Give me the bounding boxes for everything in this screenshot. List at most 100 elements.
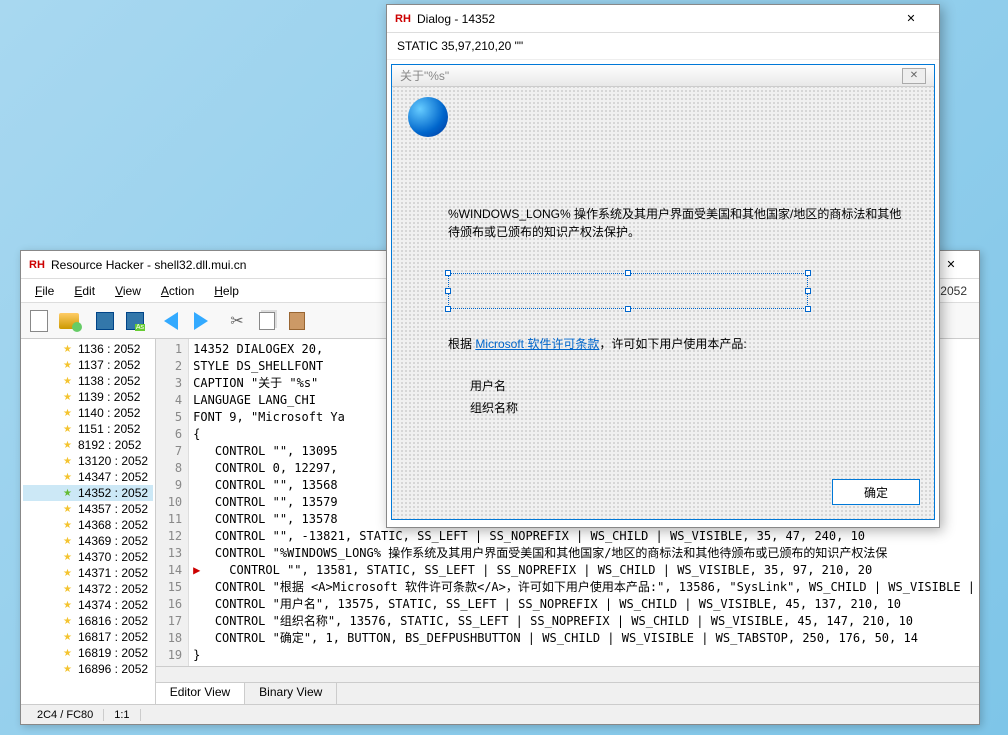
resource-tree[interactable]: ★1136 : 2052★1137 : 2052★1138 : 2052★113… [21, 339, 156, 704]
tree-item-label: 14371 : 2052 [78, 566, 148, 580]
open-button[interactable] [55, 307, 83, 335]
star-icon: ★ [63, 472, 72, 483]
tree-item-label: 14357 : 2052 [78, 502, 148, 516]
star-icon: ★ [63, 648, 72, 659]
dialog-titlebar[interactable]: RH Dialog - 14352 ✕ [387, 5, 939, 33]
tab-binary-view[interactable]: Binary View [245, 683, 337, 704]
code-line[interactable]: } [193, 647, 975, 664]
gutter-line-number: 2 [168, 358, 182, 375]
resize-handle[interactable] [445, 270, 451, 276]
tree-item[interactable]: ★13120 : 2052 [23, 453, 153, 469]
code-line[interactable]: CONTROL "", -13821, STATIC, SS_LEFT | SS… [193, 528, 975, 545]
tree-item[interactable]: ★14352 : 2052 [23, 485, 153, 501]
save-button[interactable] [91, 307, 119, 335]
tree-item-label: 16816 : 2052 [78, 614, 148, 628]
horizontal-scrollbar[interactable] [156, 666, 979, 682]
gutter-line-number: 10 [168, 494, 182, 511]
star-icon: ★ [63, 536, 72, 547]
back-button[interactable] [157, 307, 185, 335]
gutter-line-number: 3 [168, 375, 182, 392]
tree-item[interactable]: ★16817 : 2052 [23, 629, 153, 645]
star-icon: ★ [63, 584, 72, 595]
save-as-button[interactable] [121, 307, 149, 335]
org-name-label[interactable]: 组织名称 [470, 399, 518, 416]
tree-item[interactable]: ★8192 : 2052 [23, 437, 153, 453]
preview-caption-text: 关于"%s" [400, 67, 449, 84]
dialog-title: Dialog - 14352 [417, 12, 891, 26]
star-icon: ★ [63, 520, 72, 531]
tree-item[interactable]: ★ 14368 : 2052 [23, 517, 153, 533]
resize-handle[interactable] [625, 306, 631, 312]
tab-editor-view[interactable]: Editor View [156, 683, 245, 704]
forward-button[interactable] [187, 307, 215, 335]
tree-item-label: 14352 : 2052 [78, 486, 148, 500]
star-icon: ★ [63, 424, 72, 435]
resize-handle[interactable] [445, 288, 451, 294]
selected-control[interactable] [448, 273, 808, 309]
resize-handle[interactable] [805, 306, 811, 312]
code-line[interactable]: CONTROL "组织名称", 13576, STATIC, SS_LEFT |… [193, 613, 975, 630]
tree-item[interactable]: ★14370 : 2052 [23, 549, 153, 565]
selected-control-info: STATIC 35,97,210,20 "" [387, 33, 939, 60]
tree-item[interactable]: ★14369 : 2052 [23, 533, 153, 549]
tree-item[interactable]: ★14357 : 2052 [23, 501, 153, 517]
star-icon: ★ [63, 552, 72, 563]
tree-item-label: 1139 : 2052 [78, 390, 141, 404]
globe-icon[interactable] [408, 97, 448, 137]
tree-item[interactable]: ★14372 : 2052 [23, 581, 153, 597]
menu-edit[interactable]: Edit [64, 282, 105, 300]
gutter-line-number: 19 [168, 647, 182, 664]
menu-action[interactable]: Action [151, 282, 204, 300]
dialog-design-surface[interactable]: 关于"%s" ✕ %WINDOWS_LONG% 操作系统及其用户界面受美国和其他… [391, 64, 935, 520]
tree-item[interactable]: ★16819 : 2052 [23, 645, 153, 661]
user-name-label[interactable]: 用户名 [470, 377, 506, 394]
gutter-line-number: 5 [168, 409, 182, 426]
tree-item[interactable]: ★14371 : 2052 [23, 565, 153, 581]
close-button[interactable]: ✕ [891, 7, 931, 31]
tree-item-label: 16817 : 2052 [78, 630, 148, 644]
star-icon: ★ [63, 376, 72, 387]
tree-item[interactable]: ★16896 : 2052 [23, 661, 153, 677]
tree-item[interactable]: ★1137 : 2052 [23, 357, 153, 373]
gutter-line-number: 7 [168, 443, 182, 460]
tree-item[interactable]: ★1140 : 2052 [23, 405, 153, 421]
star-icon: ★ [63, 616, 72, 627]
license-link[interactable]: Microsoft 软件许可条款 [475, 337, 599, 351]
tree-item[interactable]: ★14374 : 2052 [23, 597, 153, 613]
code-line[interactable]: CONTROL "确定", 1, BUTTON, BS_DEFPUSHBUTTO… [193, 630, 975, 647]
ok-button[interactable]: 确定 [832, 479, 920, 505]
tree-item-label: 1137 : 2052 [78, 358, 141, 372]
resize-handle[interactable] [805, 270, 811, 276]
tree-item[interactable]: ★1151 : 2052 [23, 421, 153, 437]
trademark-text[interactable]: %WINDOWS_LONG% 操作系统及其用户界面受美国和其他国家/地区的商标法… [448, 205, 908, 241]
tree-item-label: 14347 : 2052 [78, 470, 148, 484]
menu-file[interactable]: File [25, 282, 64, 300]
code-line[interactable]: CONTROL "用户名", 13575, STATIC, SS_LEFT | … [193, 596, 975, 613]
resize-handle[interactable] [445, 306, 451, 312]
license-syslink[interactable]: 根据 Microsoft 软件许可条款，许可如下用户使用本产品: [448, 335, 747, 352]
tree-item[interactable]: ★1136 : 2052 [23, 341, 153, 357]
code-line[interactable]: CONTROL "%WINDOWS_LONG% 操作系统及其用户界面受美国和其他… [193, 545, 975, 562]
copy-button[interactable] [253, 307, 281, 335]
tree-item-label: 14368 : 2052 [78, 518, 148, 532]
star-icon: ★ [63, 664, 72, 675]
editor-tabs: Editor View Binary View [156, 682, 979, 704]
tree-item[interactable]: ★ 14347 : 2052 [23, 469, 153, 485]
code-line[interactable]: CONTROL "根据 <A>Microsoft 软件许可条款</A>，许可如下… [193, 579, 975, 596]
gutter-line-number: 15 [168, 579, 182, 596]
code-line[interactable]: ▶ CONTROL "", 13581, STATIC, SS_LEFT | S… [193, 562, 975, 579]
new-button[interactable] [25, 307, 53, 335]
resize-handle[interactable] [625, 270, 631, 276]
paste-button[interactable] [283, 307, 311, 335]
resize-handle[interactable] [805, 288, 811, 294]
tree-item-label: 1140 : 2052 [78, 406, 141, 420]
license-suffix: ，许可如下用户使用本产品: [599, 337, 746, 351]
tree-item[interactable]: ★1138 : 2052 [23, 373, 153, 389]
menu-help[interactable]: Help [204, 282, 249, 300]
tree-item[interactable]: ★1139 : 2052 [23, 389, 153, 405]
cut-button[interactable]: ✂ [223, 307, 251, 335]
tree-item[interactable]: ★ 16816 : 2052 [23, 613, 153, 629]
star-icon: ★ [63, 344, 72, 355]
menu-view[interactable]: View [105, 282, 151, 300]
gutter-line-number: 6 [168, 426, 182, 443]
